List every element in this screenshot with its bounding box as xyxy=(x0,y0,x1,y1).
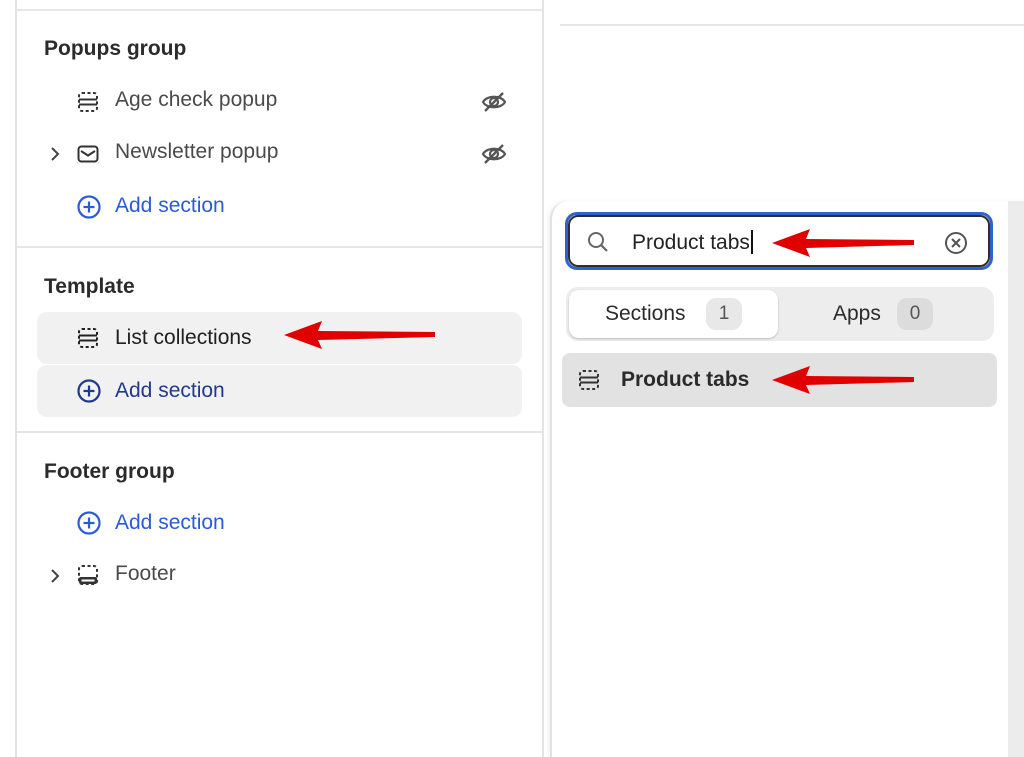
annotation-arrow xyxy=(772,229,914,257)
theme-editor-sidebar: Popups group Age check popup Newsletter … xyxy=(0,0,544,757)
sidebar-item-label: Age check popup xyxy=(115,88,278,111)
search-icon xyxy=(588,232,608,252)
search-result-label: Product tabs xyxy=(621,368,750,391)
annotation-arrow xyxy=(284,321,435,349)
plus-circle-icon xyxy=(77,379,101,403)
footer-icon xyxy=(78,565,98,585)
plus-circle-icon xyxy=(77,511,101,535)
tab-apps[interactable]: Apps 0 xyxy=(780,290,992,338)
tab-label: Apps xyxy=(833,302,881,325)
add-section-label: Add section xyxy=(115,379,225,402)
sidebar-item-footer[interactable]: Footer xyxy=(40,556,520,596)
tab-label: Sections xyxy=(605,302,686,325)
envelope-icon xyxy=(77,145,99,163)
group-title-footer: Footer group xyxy=(44,460,175,483)
search-value-wrap: Product tabs xyxy=(632,230,753,255)
add-section-button[interactable]: Add section xyxy=(40,503,300,543)
search-value: Product tabs xyxy=(632,231,750,254)
add-section-button[interactable]: Add section xyxy=(37,365,522,417)
section-icon xyxy=(78,92,98,112)
divider xyxy=(17,9,542,11)
add-section-label: Add section xyxy=(115,511,225,534)
group-title-template: Template xyxy=(44,275,135,298)
section-icon xyxy=(78,328,98,348)
divider xyxy=(17,246,542,248)
sidebar-item-age-check-popup[interactable]: Age check popup xyxy=(40,82,520,122)
clear-search-icon[interactable] xyxy=(942,229,970,257)
add-section-panel xyxy=(550,201,1024,757)
divider xyxy=(560,24,1024,26)
eye-hidden-icon[interactable] xyxy=(480,88,508,116)
add-section-button[interactable]: Add section xyxy=(40,186,300,226)
sidebar-item-newsletter-popup[interactable]: Newsletter popup xyxy=(40,134,520,174)
eye-hidden-icon[interactable] xyxy=(480,140,508,168)
divider xyxy=(17,431,542,433)
plus-circle-icon xyxy=(77,195,101,219)
scrollbar[interactable] xyxy=(1008,201,1024,757)
annotation-arrow xyxy=(772,366,914,394)
sidebar-item-label: Footer xyxy=(115,562,176,585)
chevron-right-icon[interactable] xyxy=(48,145,62,163)
add-section-label: Add section xyxy=(115,194,225,217)
section-icon xyxy=(579,370,599,390)
count-badge: 1 xyxy=(706,298,742,330)
sidebar-item-label: List collections xyxy=(115,326,252,349)
sidebar-right-border xyxy=(542,0,544,757)
text-caret xyxy=(750,230,753,254)
group-title-popups: Popups group xyxy=(44,37,187,60)
sidebar-left-border xyxy=(15,0,17,757)
sidebar-item-label: Newsletter popup xyxy=(115,140,279,163)
tab-sections[interactable]: Sections 1 xyxy=(569,290,778,338)
chevron-right-icon[interactable] xyxy=(48,567,62,585)
count-badge: 0 xyxy=(897,298,933,330)
